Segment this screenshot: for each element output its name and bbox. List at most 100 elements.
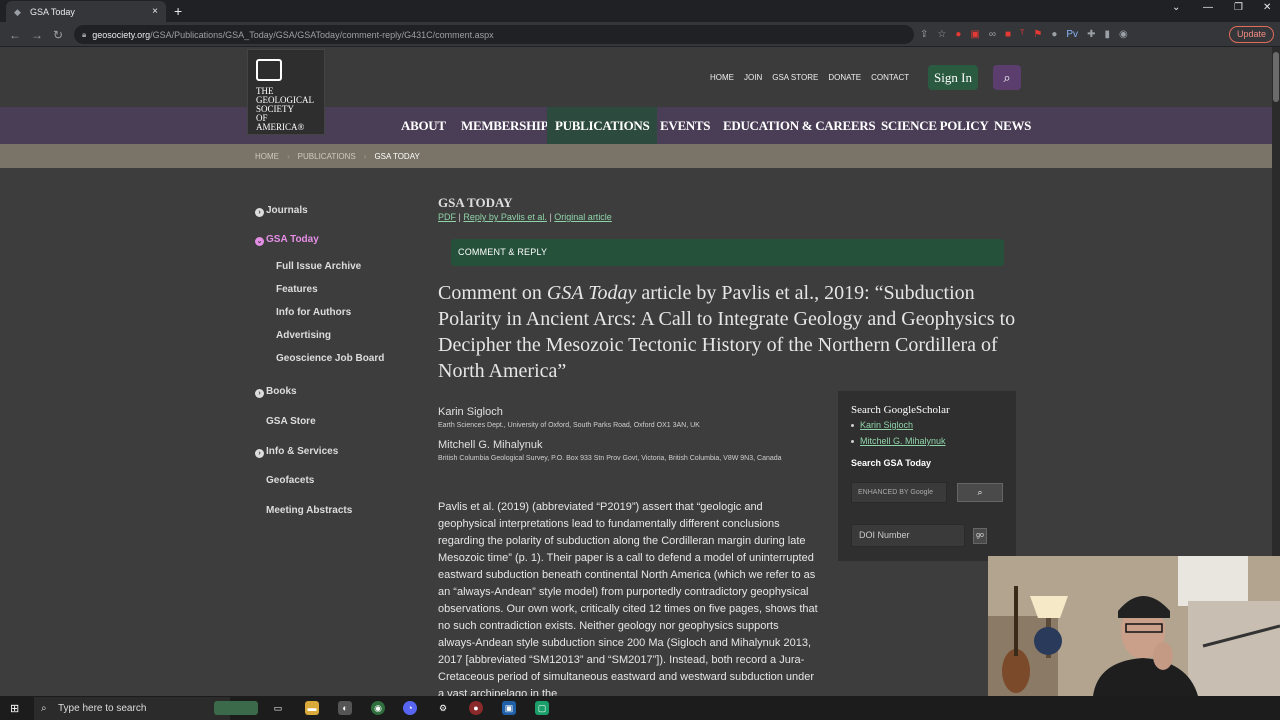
extension-pin-icon[interactable]: ⚑ bbox=[1033, 29, 1042, 40]
breadcrumb-home[interactable]: HOME bbox=[255, 152, 279, 161]
original-article-link[interactable]: Original article bbox=[554, 212, 612, 222]
reload-icon[interactable]: ↻ bbox=[53, 28, 63, 42]
extension-red-icon[interactable]: ● bbox=[955, 29, 961, 40]
bullet-icon bbox=[851, 424, 854, 427]
nav-education-careers[interactable]: EDUCATION & CAREERS bbox=[715, 107, 883, 144]
reply-link[interactable]: Reply by Pavlis et al. bbox=[463, 212, 547, 222]
chevron-down-icon: ⌄ bbox=[255, 237, 264, 246]
file-explorer-icon[interactable]: ▬ bbox=[305, 701, 319, 715]
author-affiliation: British Columbia Geological Survey, P.O.… bbox=[438, 455, 782, 462]
top-link-home[interactable]: HOME bbox=[710, 73, 734, 82]
extension-box-icon[interactable]: ■ bbox=[1005, 29, 1011, 40]
back-icon[interactable]: ← bbox=[9, 28, 21, 42]
browser-tab-bar bbox=[0, 0, 1280, 22]
top-link-donate[interactable]: DONATE bbox=[828, 73, 861, 82]
settings-gear-icon[interactable]: ⚙ bbox=[436, 701, 450, 715]
nav-science-policy[interactable]: SCIENCE POLICY bbox=[873, 107, 996, 144]
google-search-button[interactable]: ⌕ bbox=[957, 483, 1003, 502]
url-input[interactable]: 🔒︎ geosociety.org /GSA/Publications/GSA_… bbox=[74, 25, 914, 44]
top-link-contact[interactable]: CONTACT bbox=[871, 73, 909, 82]
sidepanel-icon[interactable]: ▮ bbox=[1104, 29, 1110, 40]
sidebar-item-meeting-abstracts[interactable]: Meeting Abstracts bbox=[266, 505, 352, 516]
scholar-link[interactable]: Karin Sigloch bbox=[860, 420, 913, 430]
article-title: Comment on GSA Today article by Pavlis e… bbox=[438, 280, 1028, 384]
webcam-scene bbox=[988, 556, 1280, 696]
site-search-icon[interactable]: ⌕ bbox=[993, 65, 1021, 90]
logo-line: OF AMERICA® bbox=[256, 113, 305, 132]
sidebar-item-info-for-authors[interactable]: Info for Authors bbox=[276, 307, 351, 318]
sidebar-item-journals[interactable]: › Journals bbox=[255, 205, 308, 217]
lock-icon: 🔒︎ bbox=[82, 29, 87, 39]
gsa-logo[interactable]: THE GEOLOGICAL SOCIETY OF AMERICA® bbox=[247, 49, 325, 135]
gsa-favicon-icon: ◆ bbox=[14, 6, 21, 17]
extension-tp-icon[interactable]: ᵀ bbox=[1020, 29, 1024, 40]
title-prefix: Comment on bbox=[438, 282, 547, 304]
nav-about[interactable]: ABOUT bbox=[393, 107, 454, 144]
doi-input[interactable]: DOI Number bbox=[851, 524, 965, 547]
url-host: geosociety.org bbox=[92, 29, 151, 40]
tab-close-icon[interactable]: × bbox=[152, 6, 158, 17]
minimize-icon[interactable]: — bbox=[1203, 2, 1213, 13]
extension-pv-icon[interactable]: Pv bbox=[1066, 29, 1078, 40]
doi-go-button[interactable]: go bbox=[973, 528, 987, 544]
sidebar-item-job-board[interactable]: Geoscience Job Board bbox=[276, 353, 384, 364]
bookmark-star-icon[interactable]: ☆ bbox=[937, 29, 946, 40]
author-name: Mitchell G. Mihalynuk bbox=[438, 439, 543, 451]
nav-news[interactable]: NEWS bbox=[986, 107, 1039, 144]
sidebar-item-advertising[interactable]: Advertising bbox=[276, 330, 331, 341]
restore-icon[interactable]: ❐ bbox=[1234, 2, 1243, 13]
app-green-icon[interactable]: ▢ bbox=[535, 701, 549, 715]
breadcrumb-separator-icon: › bbox=[287, 152, 290, 161]
profile-avatar-icon[interactable]: ◉ bbox=[1119, 29, 1128, 40]
sidebar-item-books[interactable]: › Books bbox=[255, 386, 297, 398]
share-icon[interactable]: ⇪ bbox=[920, 29, 928, 40]
extension-badge-icon[interactable]: ▣ bbox=[970, 29, 979, 40]
sidebar-item-geofacets[interactable]: Geofacets bbox=[266, 475, 314, 486]
chrome-icon[interactable]: ◉ bbox=[371, 701, 385, 715]
forward-icon[interactable]: → bbox=[31, 28, 43, 42]
taskbar-search-placeholder: Type here to search bbox=[58, 703, 147, 714]
app-icon[interactable]: ◐ bbox=[338, 701, 352, 715]
title-journal: GSA Today bbox=[546, 282, 637, 304]
chevron-right-icon: › bbox=[255, 449, 264, 458]
site-header bbox=[0, 47, 1272, 107]
nav-publications[interactable]: PUBLICATIONS bbox=[547, 107, 658, 144]
sidebar-item-label: Books bbox=[266, 386, 297, 397]
sidebar-item-features[interactable]: Features bbox=[276, 284, 318, 295]
obs-icon[interactable]: ● bbox=[469, 701, 483, 715]
sign-in-button[interactable]: Sign In bbox=[928, 65, 978, 90]
sidebar-item-info-services[interactable]: › Info & Services bbox=[255, 446, 338, 458]
app-blue-icon[interactable]: ▣ bbox=[502, 701, 516, 715]
update-button[interactable]: Update bbox=[1229, 26, 1275, 43]
discord-icon[interactable]: ◔ bbox=[403, 701, 417, 715]
tab-search-icon[interactable]: ⌄ bbox=[1172, 2, 1180, 13]
widget-title: Search GoogleScholar bbox=[851, 404, 950, 416]
extension-glasses-icon[interactable]: ∞ bbox=[989, 29, 996, 40]
google-search-input[interactable]: ENHANCED BY Google bbox=[851, 482, 947, 503]
taskbar-search-highlight-icon[interactable] bbox=[214, 701, 258, 715]
nav-membership[interactable]: MEMBERSHIP bbox=[453, 107, 556, 144]
chevron-right-icon: › bbox=[255, 389, 264, 398]
search-gsa-today-label: Search GSA Today bbox=[851, 458, 932, 468]
sidebar-item-gsa-store[interactable]: GSA Store bbox=[266, 416, 316, 427]
taskbar-search[interactable]: ⌕ Type here to search bbox=[34, 697, 230, 720]
extension-circle-icon[interactable]: ● bbox=[1051, 29, 1057, 40]
browser-tab[interactable]: ◆ GSA Today × bbox=[6, 1, 166, 22]
gsa-logo-mark-icon bbox=[256, 59, 282, 81]
new-tab-button[interactable]: + bbox=[174, 3, 182, 19]
breadcrumb-publications[interactable]: PUBLICATIONS bbox=[298, 152, 356, 161]
top-link-join[interactable]: JOIN bbox=[744, 73, 762, 82]
window-close-icon[interactable]: ✕ bbox=[1263, 2, 1271, 13]
sidebar-item-full-issue-archive[interactable]: Full Issue Archive bbox=[276, 261, 361, 272]
pdf-link[interactable]: PDF bbox=[438, 212, 456, 222]
extensions-puzzle-icon[interactable]: ✚ bbox=[1087, 29, 1095, 40]
task-view-icon[interactable]: ▭ bbox=[271, 701, 285, 715]
scrollbar-thumb[interactable] bbox=[1273, 52, 1279, 102]
sidebar-item-gsa-today[interactable]: ⌄ GSA Today bbox=[255, 234, 319, 246]
scholar-link[interactable]: Mitchell G. Mihalynuk bbox=[860, 436, 946, 446]
link-separator: | bbox=[549, 212, 552, 222]
comment-reply-banner: COMMENT & REPLY bbox=[451, 239, 1004, 266]
windows-start-icon[interactable]: ⊞ bbox=[10, 702, 19, 715]
nav-events[interactable]: EVENTS bbox=[652, 107, 718, 144]
top-link-store[interactable]: GSA STORE bbox=[772, 73, 818, 82]
